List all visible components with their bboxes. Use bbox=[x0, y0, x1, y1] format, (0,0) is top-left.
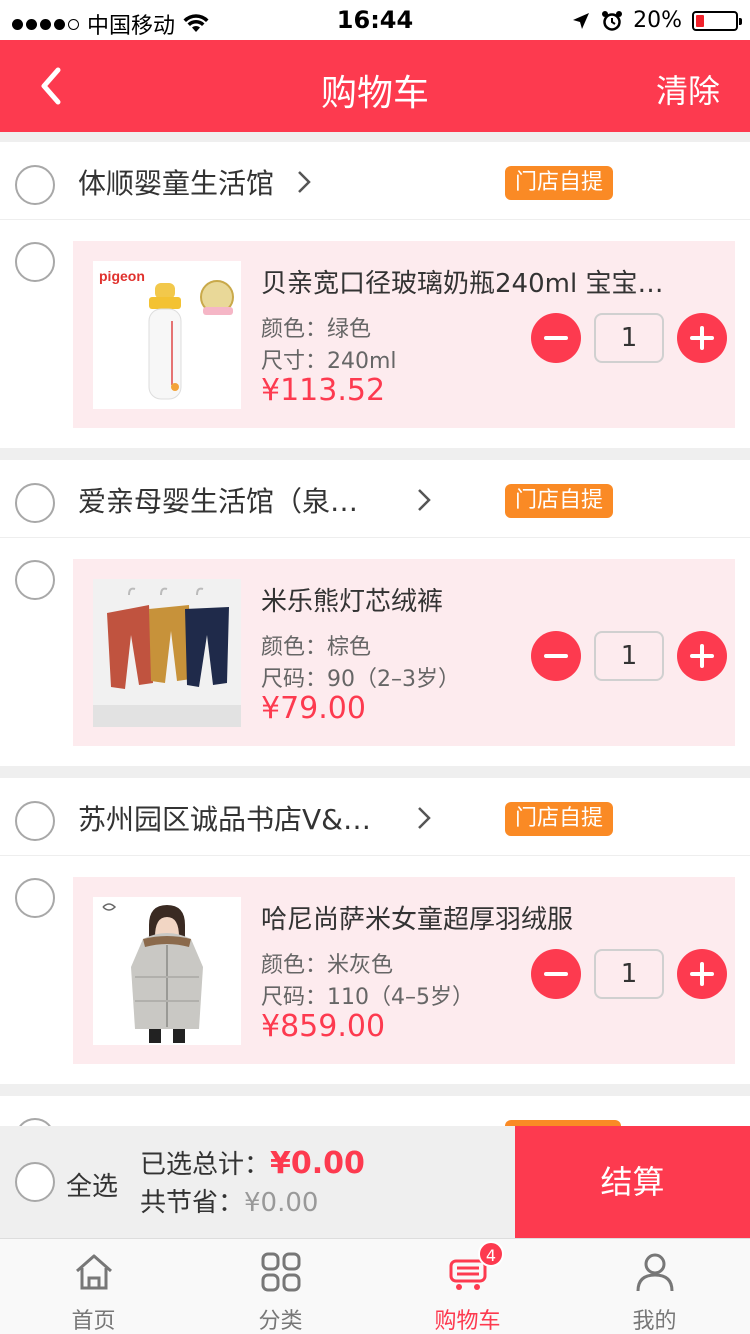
shop-name[interactable]: 爱亲母婴生活馆（泉… bbox=[78, 480, 358, 520]
pickup-tag: 门店自提 bbox=[505, 802, 614, 836]
tab-cart[interactable]: 4 购物车 bbox=[374, 1239, 561, 1334]
total-amount: ¥0.00 bbox=[270, 1146, 365, 1181]
tab-category[interactable]: 分类 bbox=[187, 1239, 374, 1334]
minus-icon[interactable] bbox=[531, 313, 581, 363]
plus-icon[interactable] bbox=[677, 631, 727, 681]
nav-bar: 购物车 清除 bbox=[0, 40, 750, 132]
save-line: 共节省：¥0.00 bbox=[140, 1182, 318, 1219]
checkout-button[interactable]: 结算 bbox=[515, 1126, 750, 1238]
shop-block: 苏州园区诚品书店V&… 门店自提 哈尼尚萨米女童超厚羽绒服 颜色：米灰色 尺码：… bbox=[0, 778, 750, 1084]
shop-header: 苏州园区诚品书店V&… 门店自提 bbox=[0, 778, 750, 856]
quantity-stepper: 1 bbox=[531, 949, 727, 999]
quantity-field[interactable]: 1 bbox=[594, 313, 664, 363]
item-color: 颜色：米灰色 bbox=[261, 953, 394, 978]
alarm-icon bbox=[602, 10, 623, 31]
shop-name[interactable]: 苏州园区诚品书店V&… bbox=[78, 798, 371, 838]
shop-name[interactable]: 体顺婴童生活馆 bbox=[78, 162, 274, 202]
tab-bar: 首页 分类 4 购物车 我的 bbox=[0, 1238, 750, 1334]
tab-home[interactable]: 首页 bbox=[0, 1239, 187, 1334]
brand-logo: pigeon bbox=[99, 268, 145, 284]
product-image-down-jacket[interactable] bbox=[93, 897, 241, 1045]
home-icon bbox=[76, 1254, 112, 1290]
quantity-stepper: 1 bbox=[531, 631, 727, 681]
checkout-bar: 全选 已选总计：¥0.00 共节省：¥0.00 结算 bbox=[0, 1126, 750, 1238]
total-line: 已选总计：¥0.00 bbox=[140, 1144, 365, 1181]
item-price: ¥859.00 bbox=[261, 1009, 386, 1044]
location-arrow-icon bbox=[573, 12, 590, 29]
select-all-label[interactable]: 全选 bbox=[66, 1166, 118, 1203]
save-amount: ¥0.00 bbox=[244, 1188, 319, 1218]
tab-label: 分类 bbox=[258, 1309, 303, 1334]
item-price: ¥113.52 bbox=[261, 373, 386, 408]
item-select-radio[interactable] bbox=[15, 878, 55, 918]
item-title[interactable]: 哈尼尚萨米女童超厚羽绒服 bbox=[261, 899, 691, 936]
item-select-radio[interactable] bbox=[15, 242, 55, 282]
tab-label: 首页 bbox=[71, 1309, 116, 1334]
shop-select-radio[interactable] bbox=[15, 801, 55, 841]
category-icon bbox=[261, 1252, 301, 1292]
item-size: 尺码：110（4–5岁） bbox=[261, 985, 474, 1010]
page-title: 购物车 bbox=[320, 73, 429, 114]
status-right: 20% bbox=[571, 8, 742, 33]
clear-button[interactable]: 清除 bbox=[656, 66, 720, 112]
cart-item: 哈尼尚萨米女童超厚羽绒服 颜色：米灰色 尺码：110（4–5岁） ¥859.00… bbox=[0, 856, 750, 1084]
chevron-right-icon[interactable] bbox=[414, 804, 434, 832]
pickup-tag: 门店自提 bbox=[505, 484, 614, 518]
product-image-bottle[interactable]: pigeon bbox=[93, 261, 241, 409]
pickup-tag: 门店自提 bbox=[505, 166, 614, 200]
product-image-pants[interactable] bbox=[93, 579, 241, 727]
total-label: 已选总计： bbox=[140, 1150, 271, 1180]
shop-block: 体顺婴童生活馆 门店自提 pigeon 贝亲宽口径玻璃奶瓶240ml 宝宝… 颜… bbox=[0, 142, 750, 448]
minus-icon[interactable] bbox=[531, 631, 581, 681]
quantity-field[interactable]: 1 bbox=[594, 631, 664, 681]
item-select-radio[interactable] bbox=[15, 560, 55, 600]
chevron-right-icon[interactable] bbox=[294, 168, 314, 196]
cart-item: 米乐熊灯芯绒裤 颜色：棕色 尺码：90（2–3岁） ¥79.00 1 bbox=[0, 538, 750, 766]
item-card[interactable]: 米乐熊灯芯绒裤 颜色：棕色 尺码：90（2–3岁） ¥79.00 1 bbox=[73, 559, 735, 746]
item-size: 尺寸：240ml bbox=[261, 349, 397, 374]
tab-profile[interactable]: 我的 bbox=[561, 1239, 748, 1334]
shop-select-radio[interactable] bbox=[15, 165, 55, 205]
profile-icon bbox=[636, 1253, 674, 1292]
chevron-right-icon[interactable] bbox=[414, 486, 434, 514]
cart-item: pigeon 贝亲宽口径玻璃奶瓶240ml 宝宝… 颜色：绿色 尺寸：240ml… bbox=[0, 220, 750, 448]
item-color: 颜色：绿色 bbox=[261, 317, 372, 342]
plus-icon[interactable] bbox=[677, 949, 727, 999]
tab-label: 我的 bbox=[632, 1309, 677, 1334]
shop-select-radio[interactable] bbox=[15, 483, 55, 523]
cart-badge: 4 bbox=[478, 1241, 504, 1267]
save-label: 共节省： bbox=[140, 1188, 245, 1218]
item-price: ¥79.00 bbox=[261, 691, 366, 726]
select-all-radio[interactable] bbox=[15, 1162, 55, 1202]
shop-block: 爱亲母婴生活馆（泉… 门店自提 米乐熊灯芯绒裤 颜色：棕色 尺码：90（2–3岁… bbox=[0, 460, 750, 766]
tab-label: 购物车 bbox=[434, 1309, 501, 1334]
quantity-stepper: 1 bbox=[531, 313, 727, 363]
battery-icon bbox=[692, 10, 742, 31]
item-title[interactable]: 贝亲宽口径玻璃奶瓶240ml 宝宝… bbox=[261, 263, 691, 300]
item-title[interactable]: 米乐熊灯芯绒裤 bbox=[261, 581, 691, 618]
item-card[interactable]: pigeon 贝亲宽口径玻璃奶瓶240ml 宝宝… 颜色：绿色 尺寸：240ml… bbox=[73, 241, 735, 428]
status-bar: 中国移动 16:44 20% bbox=[0, 0, 750, 40]
quantity-field[interactable]: 1 bbox=[594, 949, 664, 999]
item-card[interactable]: 哈尼尚萨米女童超厚羽绒服 颜色：米灰色 尺码：110（4–5岁） ¥859.00… bbox=[73, 877, 735, 1064]
minus-icon[interactable] bbox=[531, 949, 581, 999]
shop-header: 爱亲母婴生活馆（泉… 门店自提 bbox=[0, 460, 750, 538]
plus-icon[interactable] bbox=[677, 313, 727, 363]
shop-header: 体顺婴童生活馆 门店自提 bbox=[0, 142, 750, 220]
battery-percent: 20% bbox=[633, 8, 682, 33]
item-size: 尺码：90（2–3岁） bbox=[261, 667, 460, 692]
item-color: 颜色：棕色 bbox=[261, 635, 372, 660]
